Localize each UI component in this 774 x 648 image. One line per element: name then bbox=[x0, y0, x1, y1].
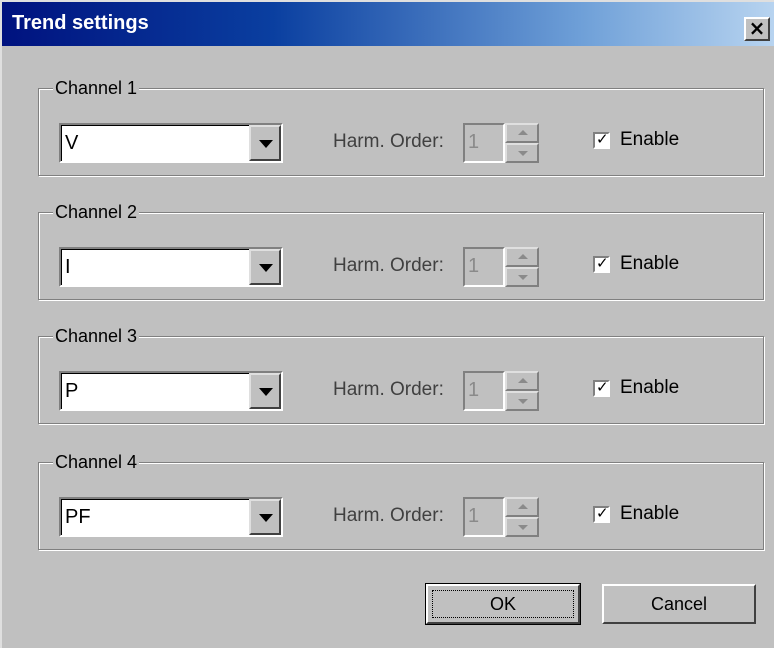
channel-1-enable-checkbox[interactable]: ✓ bbox=[593, 130, 610, 149]
channel-4-enable-checkbox[interactable]: ✓ bbox=[593, 504, 610, 523]
channel-1-legend: Channel 1 bbox=[53, 78, 140, 98]
arrow-up-icon bbox=[518, 504, 528, 509]
close-icon: × bbox=[748, 16, 766, 40]
channel-3-spin-down-button bbox=[505, 391, 539, 411]
channel-4-harm-order-value: 1 bbox=[468, 505, 480, 527]
channel-3-select-value: P bbox=[65, 380, 79, 402]
arrow-down-icon bbox=[518, 525, 528, 530]
checkmark-icon: ✓ bbox=[596, 378, 609, 396]
channel-3-harm-order-spinner bbox=[505, 371, 539, 411]
channel-3-group: Channel 3 P Harm. Order: 1 ✓ Enable bbox=[38, 326, 764, 424]
channel-4-legend: Channel 4 bbox=[53, 452, 140, 472]
channel-3-dropdown-button[interactable] bbox=[249, 373, 281, 409]
channel-2-enable-label[interactable]: Enable bbox=[620, 253, 679, 275]
channel-3-enable-checkbox[interactable]: ✓ bbox=[593, 378, 610, 397]
channel-4-harm-order-spinner bbox=[505, 497, 539, 537]
channel-1-harm-label: Harm. Order: bbox=[333, 131, 444, 152]
chevron-down-icon bbox=[259, 264, 273, 272]
checkmark-icon: ✓ bbox=[596, 254, 609, 272]
channel-3-harm-label: Harm. Order: bbox=[333, 379, 444, 400]
channel-2-group: Channel 2 I Harm. Order: 1 ✓ Enable bbox=[38, 202, 764, 300]
checkmark-icon: ✓ bbox=[596, 130, 609, 148]
channel-2-legend: Channel 2 bbox=[53, 202, 140, 222]
channel-2-enable-checkbox[interactable]: ✓ bbox=[593, 254, 610, 273]
chevron-down-icon bbox=[259, 140, 273, 148]
channel-4-dropdown-button[interactable] bbox=[249, 499, 281, 535]
channel-1-group: Channel 1 V Harm. Order: 1 ✓ Enable bbox=[38, 78, 764, 176]
chevron-down-icon bbox=[259, 514, 273, 522]
channel-4-group: Channel 4 PF Harm. Order: 1 ✓ Enable bbox=[38, 452, 764, 550]
channel-1-select-value: V bbox=[65, 132, 79, 154]
channel-1-spin-up-button bbox=[505, 123, 539, 143]
channel-2-select-value: I bbox=[65, 256, 71, 278]
channel-3-spin-up-button bbox=[505, 371, 539, 391]
channel-2-spin-up-button bbox=[505, 247, 539, 267]
channel-2-spin-down-button bbox=[505, 267, 539, 287]
channel-2-harm-order-spinner bbox=[505, 247, 539, 287]
arrow-up-icon bbox=[518, 254, 528, 259]
channel-1-select[interactable]: V bbox=[59, 123, 283, 163]
channel-1-enable-label[interactable]: Enable bbox=[620, 129, 679, 151]
channel-2-dropdown-button[interactable] bbox=[249, 249, 281, 285]
ok-button[interactable]: OK bbox=[425, 583, 581, 625]
channel-4-select[interactable]: PF bbox=[59, 497, 283, 537]
channel-4-select-value: PF bbox=[65, 506, 91, 528]
channel-2-harm-label: Harm. Order: bbox=[333, 255, 444, 276]
arrow-up-icon bbox=[518, 130, 528, 135]
cancel-button-label: Cancel bbox=[650, 594, 708, 614]
channel-1-harm-order-value: 1 bbox=[468, 131, 480, 153]
window-title: Trend settings bbox=[12, 12, 149, 34]
chevron-down-icon bbox=[259, 388, 273, 396]
cancel-button[interactable]: Cancel bbox=[602, 584, 756, 624]
channel-2-harm-order-value: 1 bbox=[468, 255, 480, 277]
channel-3-select[interactable]: P bbox=[59, 371, 283, 411]
arrow-down-icon bbox=[518, 275, 528, 280]
checkmark-icon: ✓ bbox=[596, 504, 609, 522]
channel-4-enable-label[interactable]: Enable bbox=[620, 503, 679, 525]
channel-4-harm-order-input: 1 bbox=[463, 497, 505, 537]
channel-1-dropdown-button[interactable] bbox=[249, 125, 281, 161]
focus-rectangle bbox=[432, 590, 574, 618]
title-bar[interactable]: Trend settings × bbox=[2, 2, 774, 46]
channel-2-harm-order-input: 1 bbox=[463, 247, 505, 287]
channel-4-spin-up-button bbox=[505, 497, 539, 517]
close-button[interactable]: × bbox=[744, 17, 770, 41]
arrow-down-icon bbox=[518, 399, 528, 404]
channel-4-spin-down-button bbox=[505, 517, 539, 537]
channel-2-select[interactable]: I bbox=[59, 247, 283, 287]
channel-3-enable-label[interactable]: Enable bbox=[620, 377, 679, 399]
channel-3-legend: Channel 3 bbox=[53, 326, 140, 346]
arrow-up-icon bbox=[518, 378, 528, 383]
trend-settings-dialog: Trend settings × Channel 1 V Harm. Order… bbox=[0, 0, 774, 648]
arrow-down-icon bbox=[518, 151, 528, 156]
channel-4-harm-label: Harm. Order: bbox=[333, 505, 444, 526]
channel-1-harm-order-spinner bbox=[505, 123, 539, 163]
channel-1-spin-down-button bbox=[505, 143, 539, 163]
channel-3-harm-order-input: 1 bbox=[463, 371, 505, 411]
channel-3-harm-order-value: 1 bbox=[468, 379, 480, 401]
channel-1-harm-order-input: 1 bbox=[463, 123, 505, 163]
